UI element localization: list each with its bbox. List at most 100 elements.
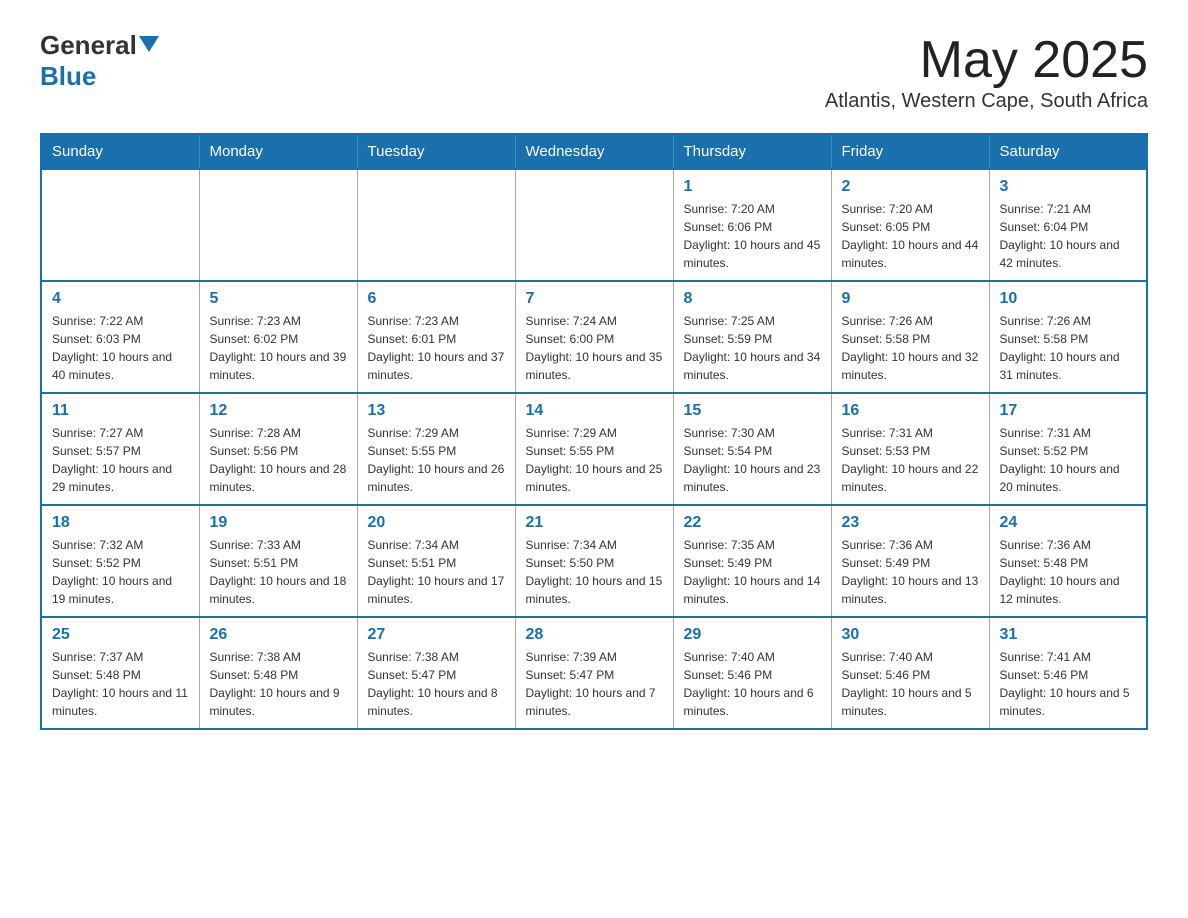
- day-number: 26: [210, 626, 347, 644]
- calendar-cell: 18 Sunrise: 7:32 AMSunset: 5:52 PMDayligh…: [41, 505, 199, 617]
- day-number: 1: [684, 178, 821, 196]
- day-number: 31: [1000, 626, 1137, 644]
- column-header-tuesday: Tuesday: [357, 134, 515, 169]
- calendar-cell: 22 Sunrise: 7:35 AMSunset: 5:49 PMDayligh…: [673, 505, 831, 617]
- calendar-cell: 15Sunrise: 7:30 AMSunset: 5:54 PMDayligh…: [673, 393, 831, 505]
- day-info: Sunrise: 7:30 AMSunset: 5:54 PMDaylight:…: [684, 424, 821, 496]
- column-header-saturday: Saturday: [989, 134, 1147, 169]
- day-info: Sunrise: 7:31 AMSunset: 5:52 PMDaylight:…: [1000, 424, 1137, 496]
- calendar-cell: 7 Sunrise: 7:24 AMSunset: 6:00 PMDaylight…: [515, 281, 673, 393]
- calendar-cell: 21Sunrise: 7:34 AMSunset: 5:50 PMDayligh…: [515, 505, 673, 617]
- day-info: Sunrise: 7:40 AMSunset: 5:46 PMDaylight:…: [842, 648, 979, 720]
- calendar-cell: 1 Sunrise: 7:20 AMSunset: 6:06 PMDaylight…: [673, 169, 831, 281]
- calendar-week-4: 18 Sunrise: 7:32 AMSunset: 5:52 PMDayligh…: [41, 505, 1147, 617]
- calendar-week-1: 1 Sunrise: 7:20 AMSunset: 6:06 PMDaylight…: [41, 169, 1147, 281]
- day-info: Sunrise: 7:29 AMSunset: 5:55 PMDaylight:…: [526, 424, 663, 496]
- calendar-cell: 28 Sunrise: 7:39 AMSunset: 5:47 PMDayligh…: [515, 617, 673, 729]
- calendar-cell: [41, 169, 199, 281]
- calendar-cell: 31 Sunrise: 7:41 AMSunset: 5:46 PMDayligh…: [989, 617, 1147, 729]
- calendar-cell: 11Sunrise: 7:27 AMSunset: 5:57 PMDayligh…: [41, 393, 199, 505]
- day-info: Sunrise: 7:37 AMSunset: 5:48 PMDaylight:…: [52, 648, 189, 720]
- day-info: Sunrise: 7:27 AMSunset: 5:57 PMDaylight:…: [52, 424, 189, 496]
- day-number: 23: [842, 514, 979, 532]
- calendar-cell: 13Sunrise: 7:29 AMSunset: 5:55 PMDayligh…: [357, 393, 515, 505]
- day-info: Sunrise: 7:21 AMSunset: 6:04 PMDaylight:…: [1000, 200, 1137, 272]
- day-number: 25: [52, 626, 189, 644]
- calendar-cell: 3 Sunrise: 7:21 AMSunset: 6:04 PMDaylight…: [989, 169, 1147, 281]
- calendar-cell: [357, 169, 515, 281]
- day-info: Sunrise: 7:22 AMSunset: 6:03 PMDaylight:…: [52, 312, 189, 384]
- calendar-cell: 27 Sunrise: 7:38 AMSunset: 5:47 PMDayligh…: [357, 617, 515, 729]
- column-header-friday: Friday: [831, 134, 989, 169]
- day-info: Sunrise: 7:40 AMSunset: 5:46 PMDaylight:…: [684, 648, 821, 720]
- calendar-cell: [515, 169, 673, 281]
- day-number: 10: [1000, 290, 1137, 308]
- calendar-cell: 20 Sunrise: 7:34 AMSunset: 5:51 PMDayligh…: [357, 505, 515, 617]
- calendar-cell: 12 Sunrise: 7:28 AMSunset: 5:56 PMDayligh…: [199, 393, 357, 505]
- title-area: May 2025 Atlantis, Western Cape, South A…: [825, 30, 1148, 113]
- day-number: 13: [368, 402, 505, 420]
- day-number: 9: [842, 290, 979, 308]
- calendar-cell: 6Sunrise: 7:23 AMSunset: 6:01 PMDaylight…: [357, 281, 515, 393]
- calendar-cell: 4 Sunrise: 7:22 AMSunset: 6:03 PMDaylight…: [41, 281, 199, 393]
- day-number: 28: [526, 626, 663, 644]
- day-info: Sunrise: 7:38 AMSunset: 5:47 PMDaylight:…: [368, 648, 505, 720]
- day-number: 7: [526, 290, 663, 308]
- day-info: Sunrise: 7:36 AMSunset: 5:48 PMDaylight:…: [1000, 536, 1137, 608]
- month-year: May 2025: [825, 30, 1148, 90]
- day-info: Sunrise: 7:23 AMSunset: 6:01 PMDaylight:…: [368, 312, 505, 384]
- logo: General Blue: [40, 30, 161, 92]
- calendar-cell: 24Sunrise: 7:36 AMSunset: 5:48 PMDayligh…: [989, 505, 1147, 617]
- calendar-week-5: 25 Sunrise: 7:37 AMSunset: 5:48 PMDayligh…: [41, 617, 1147, 729]
- calendar-cell: 5Sunrise: 7:23 AMSunset: 6:02 PMDaylight…: [199, 281, 357, 393]
- day-number: 14: [526, 402, 663, 420]
- day-info: Sunrise: 7:39 AMSunset: 5:47 PMDaylight:…: [526, 648, 663, 720]
- day-info: Sunrise: 7:31 AMSunset: 5:53 PMDaylight:…: [842, 424, 979, 496]
- calendar-table: SundayMondayTuesdayWednesdayThursdayFrid…: [40, 133, 1148, 730]
- day-number: 19: [210, 514, 347, 532]
- day-number: 3: [1000, 178, 1137, 196]
- logo-triangle-icon: [139, 36, 159, 52]
- calendar-cell: 23 Sunrise: 7:36 AMSunset: 5:49 PMDayligh…: [831, 505, 989, 617]
- day-info: Sunrise: 7:26 AMSunset: 5:58 PMDaylight:…: [1000, 312, 1137, 384]
- day-info: Sunrise: 7:24 AMSunset: 6:00 PMDaylight:…: [526, 312, 663, 384]
- calendar-cell: 10 Sunrise: 7:26 AMSunset: 5:58 PMDayligh…: [989, 281, 1147, 393]
- day-info: Sunrise: 7:28 AMSunset: 5:56 PMDaylight:…: [210, 424, 347, 496]
- day-info: Sunrise: 7:35 AMSunset: 5:49 PMDaylight:…: [684, 536, 821, 608]
- day-number: 29: [684, 626, 821, 644]
- calendar-cell: 26 Sunrise: 7:38 AMSunset: 5:48 PMDayligh…: [199, 617, 357, 729]
- day-info: Sunrise: 7:23 AMSunset: 6:02 PMDaylight:…: [210, 312, 347, 384]
- day-number: 4: [52, 290, 189, 308]
- calendar-cell: [199, 169, 357, 281]
- day-info: Sunrise: 7:20 AMSunset: 6:06 PMDaylight:…: [684, 200, 821, 272]
- column-header-thursday: Thursday: [673, 134, 831, 169]
- column-header-sunday: Sunday: [41, 134, 199, 169]
- day-number: 22: [684, 514, 821, 532]
- day-number: 20: [368, 514, 505, 532]
- day-number: 18: [52, 514, 189, 532]
- day-info: Sunrise: 7:32 AMSunset: 5:52 PMDaylight:…: [52, 536, 189, 608]
- column-header-monday: Monday: [199, 134, 357, 169]
- calendar-cell: 9 Sunrise: 7:26 AMSunset: 5:58 PMDaylight…: [831, 281, 989, 393]
- day-number: 8: [684, 290, 821, 308]
- calendar-cell: 30Sunrise: 7:40 AMSunset: 5:46 PMDayligh…: [831, 617, 989, 729]
- day-number: 16: [842, 402, 979, 420]
- calendar-cell: 25 Sunrise: 7:37 AMSunset: 5:48 PMDayligh…: [41, 617, 199, 729]
- day-info: Sunrise: 7:41 AMSunset: 5:46 PMDaylight:…: [1000, 648, 1137, 720]
- calendar-cell: 16 Sunrise: 7:31 AMSunset: 5:53 PMDayligh…: [831, 393, 989, 505]
- day-info: Sunrise: 7:26 AMSunset: 5:58 PMDaylight:…: [842, 312, 979, 384]
- day-number: 2: [842, 178, 979, 196]
- calendar-header-row: SundayMondayTuesdayWednesdayThursdayFrid…: [41, 134, 1147, 169]
- column-header-wednesday: Wednesday: [515, 134, 673, 169]
- calendar-cell: 8Sunrise: 7:25 AMSunset: 5:59 PMDaylight…: [673, 281, 831, 393]
- day-number: 17: [1000, 402, 1137, 420]
- day-info: Sunrise: 7:38 AMSunset: 5:48 PMDaylight:…: [210, 648, 347, 720]
- calendar-cell: 17 Sunrise: 7:31 AMSunset: 5:52 PMDayligh…: [989, 393, 1147, 505]
- day-number: 12: [210, 402, 347, 420]
- day-info: Sunrise: 7:34 AMSunset: 5:51 PMDaylight:…: [368, 536, 505, 608]
- day-number: 21: [526, 514, 663, 532]
- logo-blue: Blue: [40, 61, 96, 92]
- day-number: 27: [368, 626, 505, 644]
- calendar-week-3: 11Sunrise: 7:27 AMSunset: 5:57 PMDayligh…: [41, 393, 1147, 505]
- day-info: Sunrise: 7:36 AMSunset: 5:49 PMDaylight:…: [842, 536, 979, 608]
